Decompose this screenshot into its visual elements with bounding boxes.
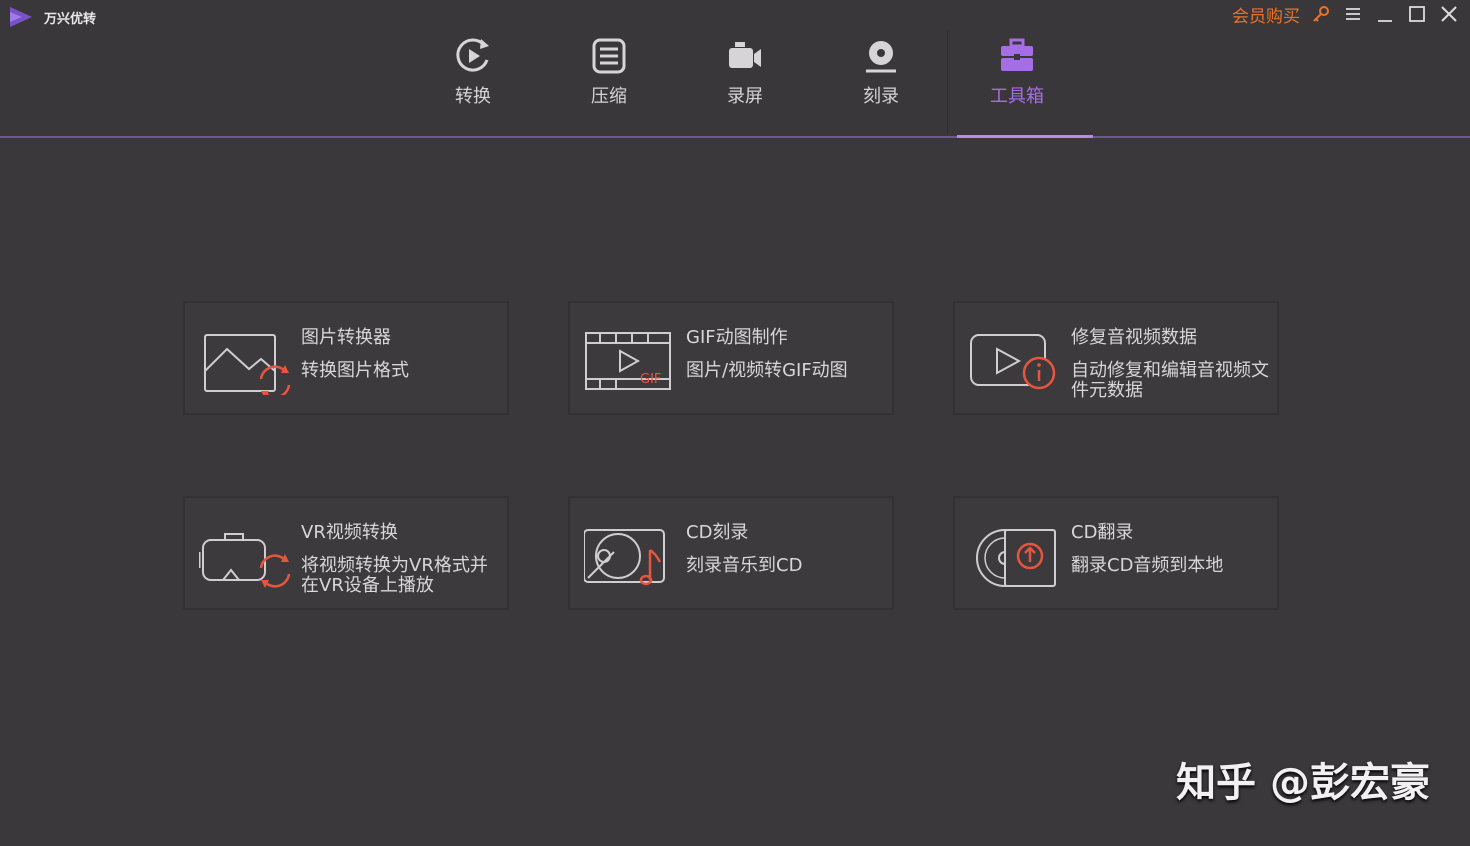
close-icon[interactable] <box>1438 3 1460 25</box>
tab-record[interactable]: 录屏 <box>677 28 813 136</box>
tool-card-cd-rip[interactable]: CD翻录 翻录CD音频到本地 <box>953 496 1279 610</box>
tool-description: 自动修复和编辑音视频文件元数据 <box>1071 360 1269 401</box>
tool-title: 图片转换器 <box>301 327 391 348</box>
tool-title: GIF动图制作 <box>686 327 788 348</box>
tool-title: 修复音视频数据 <box>1071 327 1197 348</box>
menu-icon[interactable] <box>1342 3 1364 25</box>
tool-title: CD翻录 <box>1071 522 1134 543</box>
main-tabs: 转换 压缩 录屏 刻录 工具箱 <box>405 28 1093 138</box>
app-title: 万兴优转 <box>44 11 97 27</box>
tab-toolbox[interactable]: 工具箱 <box>949 28 1093 138</box>
tool-card-gif-maker[interactable]: GIF GIF动图制作 图片/视频转GIF动图 <box>568 301 894 415</box>
tab-burn[interactable]: 刻录 <box>813 28 949 136</box>
burn-icon <box>866 41 896 73</box>
tool-description: 转换图片格式 <box>301 360 409 381</box>
tab-label: 录屏 <box>727 86 763 107</box>
tool-description: 刻录音乐到CD <box>686 555 803 576</box>
svg-text:GIF: GIF <box>640 372 661 387</box>
tool-description: 图片/视频转GIF动图 <box>686 360 848 381</box>
record-icon <box>729 42 761 68</box>
tool-card-vr-convert[interactable]: VR视频转换 将视频转换为VR格式并在VR设备上播放 <box>183 496 509 610</box>
toolbox-icon <box>1001 38 1033 71</box>
tab-compress[interactable]: 压缩 <box>541 28 677 136</box>
watermark: 知乎 @彭宏豪 <box>1176 760 1430 806</box>
gif-maker-icon: GIF <box>585 332 671 390</box>
tool-description: 翻录CD音频到本地 <box>1071 555 1224 576</box>
tab-label: 刻录 <box>863 86 899 107</box>
tab-label: 转换 <box>455 86 491 107</box>
image-convert-icon <box>204 334 291 395</box>
tool-card-image-converter[interactable]: 图片转换器 转换图片格式 <box>183 301 509 415</box>
title-bar: 万兴优转 会员购买 转换 压缩 录屏 刻录 工具箱 <box>0 0 1470 138</box>
tool-title: VR视频转换 <box>301 522 398 543</box>
convert-icon <box>456 38 489 72</box>
key-icon[interactable] <box>1310 3 1332 25</box>
tab-label: 工具箱 <box>990 86 1044 107</box>
compress-icon <box>592 38 626 74</box>
vr-convert-icon <box>199 533 291 588</box>
cd-rip-icon <box>976 529 1056 587</box>
minimize-icon[interactable] <box>1374 3 1396 25</box>
tab-divider <box>947 30 948 134</box>
cd-burn-icon <box>584 529 665 586</box>
tab-convert[interactable]: 转换 <box>405 28 541 136</box>
maximize-icon[interactable] <box>1406 3 1428 25</box>
window-controls: 会员购买 <box>1232 2 1460 27</box>
buy-membership-link[interactable]: 会员购买 <box>1232 2 1300 27</box>
tool-card-cd-burn[interactable]: CD刻录 刻录音乐到CD <box>568 496 894 610</box>
play-logo-icon <box>10 7 32 27</box>
tool-description: 将视频转换为VR格式并在VR设备上播放 <box>301 555 488 596</box>
metadata-repair-icon <box>970 334 1056 390</box>
tool-title: CD刻录 <box>686 522 749 543</box>
app-logo: 万兴优转 <box>8 6 96 28</box>
tab-label: 压缩 <box>591 86 627 107</box>
tool-card-metadata-repair[interactable]: 修复音视频数据 自动修复和编辑音视频文件元数据 <box>953 301 1279 415</box>
